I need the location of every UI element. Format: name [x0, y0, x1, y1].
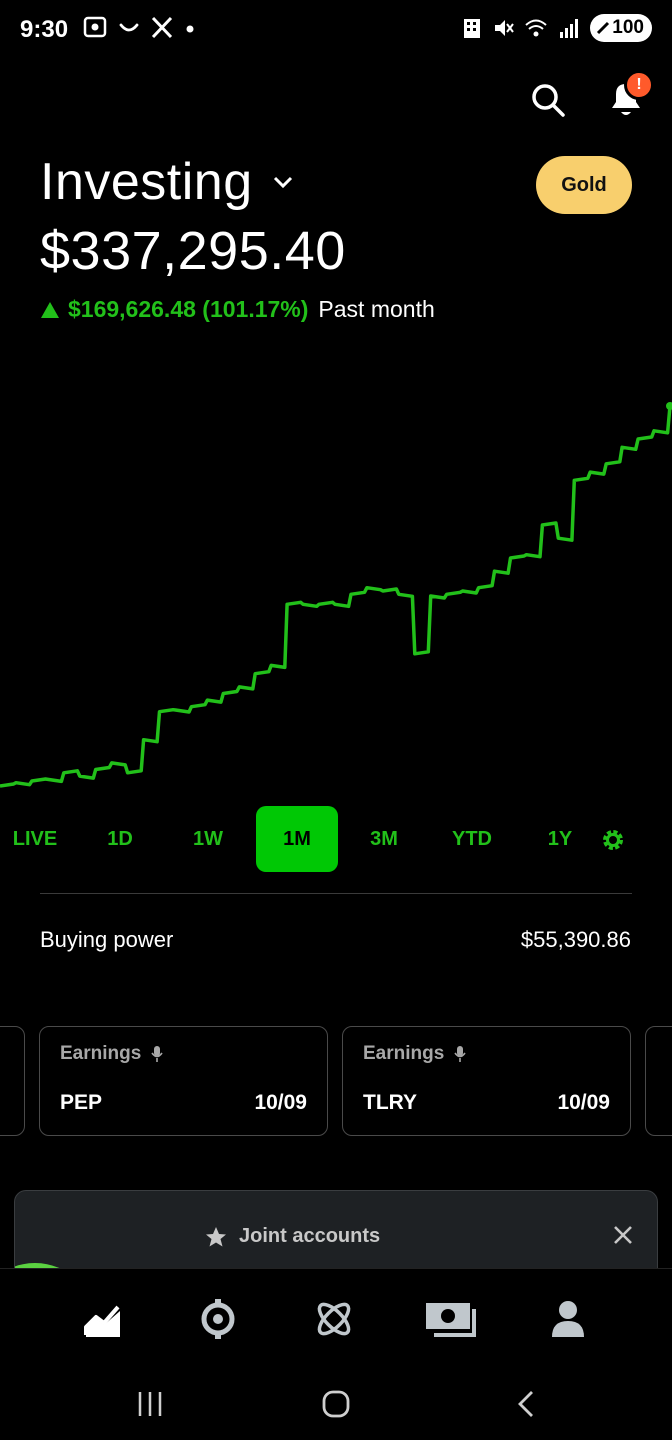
divider — [40, 893, 632, 894]
status-right-icons: 100 — [462, 14, 652, 42]
profile-icon[interactable] — [544, 1295, 592, 1343]
battery-level: 100 — [612, 17, 644, 38]
range-selector: LIVE 1D 1W 1M 3M YTD 1Y — [0, 806, 672, 872]
card-tag: Earnings — [363, 1043, 466, 1065]
x-logo-icon — [151, 16, 173, 39]
card-tag-label: Earnings — [60, 1043, 142, 1064]
building-icon — [464, 19, 481, 38]
range-1d[interactable]: 1D — [84, 806, 156, 872]
range-1w[interactable]: 1W — [172, 806, 244, 872]
promo-title-row: Joint accounts — [205, 1225, 380, 1248]
recents-icon[interactable] — [130, 1384, 170, 1424]
home-icon[interactable] — [316, 1384, 356, 1424]
account-selector[interactable]: Investing — [40, 152, 295, 212]
event-card[interactable]: Earnings PEP 10/09 — [39, 1026, 328, 1136]
mute-icon — [495, 20, 515, 36]
event-card-partial-left[interactable] — [0, 1026, 25, 1136]
card-tag: Earnings — [60, 1043, 163, 1065]
event-card-partial-right[interactable] — [645, 1026, 672, 1136]
microphone-icon — [151, 1046, 163, 1062]
range-1m[interactable]: 1M — [256, 806, 338, 872]
range-live[interactable]: LIVE — [0, 806, 70, 872]
close-icon[interactable] — [611, 1223, 635, 1247]
range-1y[interactable]: 1Y — [524, 806, 596, 872]
settings-gear-icon[interactable] — [600, 827, 626, 853]
triangle-up-icon — [41, 301, 59, 318]
system-nav-bar — [0, 1368, 672, 1440]
card-symbol: PEP — [60, 1091, 103, 1114]
change-period: Past month — [318, 296, 435, 322]
card-tag-label: Earnings — [363, 1043, 445, 1064]
back-icon[interactable] — [506, 1384, 546, 1424]
notification-badge: ! — [624, 70, 654, 100]
chart-line — [0, 405, 672, 788]
card-symbol: TLRY — [363, 1091, 418, 1114]
wifi-icon — [525, 19, 547, 37]
search-icon[interactable] — [528, 80, 568, 120]
change-amount: $169,626.48 (101.17%) — [68, 296, 309, 322]
card-date: 10/09 — [557, 1091, 610, 1114]
range-3m[interactable]: 3M — [348, 806, 420, 872]
signal-icon — [560, 19, 579, 38]
portfolio-change: $169,626.48 (101.17%) Past month — [40, 296, 435, 323]
dot-icon — [186, 25, 194, 33]
screenshot-icon — [83, 16, 107, 38]
orbit-icon[interactable] — [310, 1295, 358, 1343]
range-ytd[interactable]: YTD — [436, 806, 508, 872]
bottom-nav — [0, 1268, 672, 1368]
chevron-down-icon — [273, 176, 292, 189]
chart-icon[interactable] — [80, 1295, 128, 1343]
battery-indicator: 100 — [590, 14, 652, 42]
status-left-icons — [82, 14, 196, 40]
event-card[interactable]: Earnings TLRY 10/09 — [342, 1026, 631, 1136]
page-title: Investing — [40, 153, 253, 211]
gold-button[interactable]: Gold — [536, 156, 632, 214]
smile-icon — [119, 23, 139, 32]
event-cards: Earnings PEP 10/09 Earnings TLRY 10/09 — [0, 1026, 672, 1138]
crypto-icon[interactable] — [194, 1295, 242, 1343]
card-date: 10/09 — [254, 1091, 307, 1114]
status-bar: 9:30 100 — [0, 0, 672, 60]
promo-title: Joint accounts — [239, 1225, 381, 1247]
buying-power-label[interactable]: Buying power — [40, 927, 173, 953]
buying-power-value[interactable]: $55,390.86 — [521, 927, 631, 953]
portfolio-balance: $337,295.40 — [40, 221, 346, 281]
portfolio-chart[interactable] — [0, 330, 672, 810]
cash-icon[interactable] — [424, 1295, 480, 1343]
battery-icon — [597, 21, 610, 35]
chart-end-point — [666, 402, 672, 410]
star-icon — [206, 1226, 226, 1246]
microphone-icon — [454, 1046, 466, 1062]
status-time: 9:30 — [20, 16, 69, 43]
